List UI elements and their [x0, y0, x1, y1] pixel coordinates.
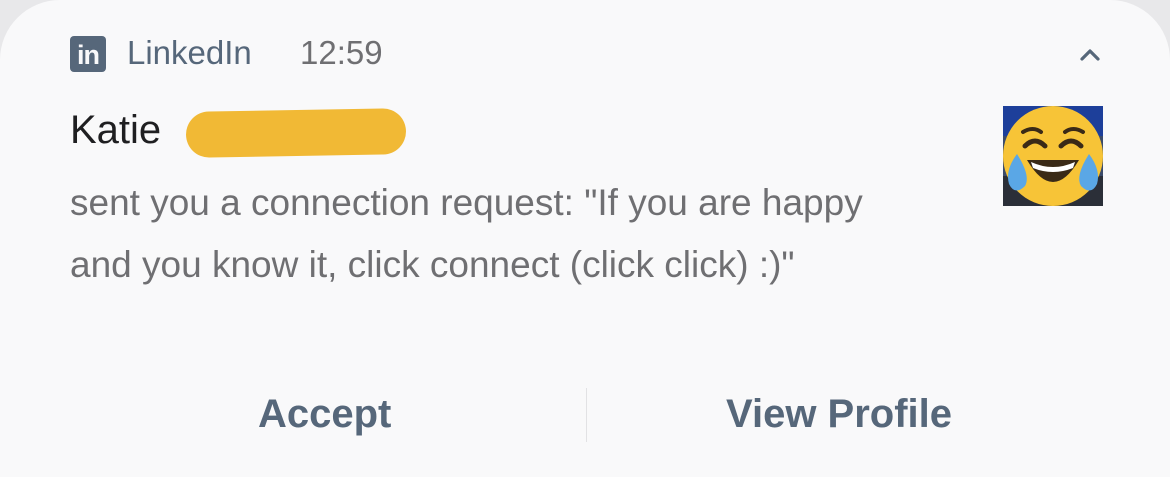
avatar [1003, 106, 1103, 206]
action-divider [586, 388, 587, 442]
redaction-mark [185, 108, 407, 158]
app-name: LinkedIn [127, 34, 252, 71]
view-profile-button[interactable]: View Profile [726, 390, 952, 438]
notification-message: sent you a connection request: "If you a… [70, 182, 863, 285]
notification-time: 12:59 [300, 34, 383, 71]
linkedin-icon: in [70, 36, 106, 72]
notification-card[interactable]: in LinkedIn 12:59 Katie sent you a conne… [0, 0, 1170, 477]
face-with-tears-of-joy-emoji [1003, 106, 1103, 206]
sender-name: Katie [70, 108, 162, 152]
chevron-up-icon[interactable] [1072, 40, 1108, 70]
accept-button[interactable]: Accept [258, 390, 391, 438]
